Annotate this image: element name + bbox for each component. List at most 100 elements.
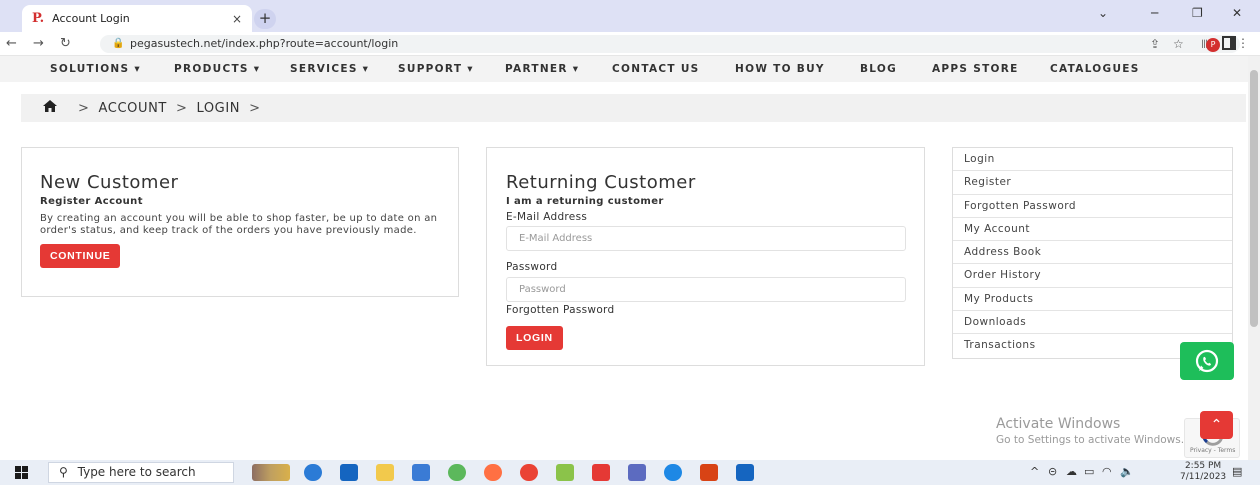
breadcrumb-separator: >	[175, 100, 188, 116]
widgets-icon[interactable]	[252, 464, 290, 481]
nav-solutions[interactable]: SOLUTIONS ▾	[50, 63, 141, 75]
nav-services[interactable]: SERVICES ▾	[290, 63, 369, 75]
new-customer-panel: New Customer Register Account By creatin…	[21, 147, 459, 297]
forward-icon[interactable]: →	[33, 36, 44, 51]
activate-windows-title: Activate Windows	[996, 416, 1121, 432]
app-blue-icon[interactable]	[628, 464, 646, 481]
browser-tab[interactable]: P. Account Login ×	[22, 5, 252, 32]
share-icon[interactable]: ⇪	[1150, 37, 1160, 51]
account-links-list: Login Register Forgotten Password My Acc…	[952, 147, 1233, 359]
breadcrumb-account[interactable]: ACCOUNT	[99, 101, 167, 116]
restore-icon[interactable]: ❐	[1192, 6, 1203, 20]
site-navigation: SOLUTIONS ▾ PRODUCTS ▾ SERVICES ▾ SUPPOR…	[0, 56, 1248, 82]
home-icon[interactable]	[43, 100, 57, 116]
new-customer-description: By creating an account you will be able …	[40, 213, 438, 236]
minimize-icon[interactable]: ─	[1151, 6, 1158, 20]
page-scrollbar[interactable]	[1248, 56, 1260, 460]
tab-title: Account Login	[52, 12, 130, 25]
forgotten-password-link[interactable]: Forgotten Password	[506, 304, 906, 316]
edge-browser-icon[interactable]	[304, 464, 322, 481]
continue-button[interactable]: CONTINUE	[40, 244, 121, 268]
windows-taskbar: ⚲ Type here to search ^ ⊝ ☁ ▭ ◠ 🔈 2:55 P…	[0, 460, 1260, 485]
app-green-icon[interactable]	[556, 464, 574, 481]
reload-icon[interactable]: ↻	[60, 36, 71, 51]
nav-partner[interactable]: PARTNER ▾	[505, 63, 579, 75]
tab-search-chevron-icon[interactable]: ⌄	[1098, 6, 1108, 20]
favicon-icon: P.	[32, 11, 45, 26]
taskbar-search-box[interactable]: ⚲ Type here to search	[48, 462, 234, 483]
tray-cloud-icon[interactable]: ☁	[1066, 465, 1077, 478]
search-icon: ⚲	[59, 465, 68, 479]
skype-icon[interactable]	[664, 464, 682, 481]
chrome-icon[interactable]	[520, 464, 538, 481]
tray-volume-icon[interactable]: 🔈	[1120, 465, 1134, 478]
list-item-login[interactable]: Login	[953, 148, 1232, 172]
tray-chevron-up-icon[interactable]: ^	[1030, 465, 1039, 478]
whatsapp-button[interactable]	[1180, 342, 1234, 380]
taskbar-clock[interactable]: 2:55 PM 7/11/2023	[1180, 461, 1226, 483]
whatsapp-icon	[1195, 349, 1219, 373]
email-label: E-Mail Address	[506, 211, 588, 223]
returning-customer-title: Returning Customer	[506, 172, 696, 193]
breadcrumb-separator: >	[249, 100, 261, 116]
tray-battery-icon[interactable]: ▭	[1084, 465, 1094, 478]
sidebar-icon[interactable]	[1222, 36, 1236, 50]
chevron-up-icon: ⌃	[1210, 417, 1223, 433]
firefox-icon[interactable]	[484, 464, 502, 481]
new-tab-button[interactable]: +	[254, 9, 276, 29]
url-text: pegasustech.net/index.php?route=account/…	[130, 37, 399, 50]
lock-icon: 🔒	[112, 38, 125, 49]
nav-apps-store[interactable]: APPS STORE	[932, 63, 1019, 75]
url-field[interactable]: 🔒 pegasustech.net/index.php?route=accoun…	[100, 35, 1240, 53]
list-item-forgotten-password[interactable]: Forgotten Password	[953, 195, 1232, 218]
bookmark-star-icon[interactable]: ☆	[1173, 37, 1184, 51]
nav-support[interactable]: SUPPORT ▾	[398, 63, 474, 75]
list-item-register[interactable]: Register	[953, 171, 1232, 195]
list-item-downloads[interactable]: Downloads	[953, 311, 1232, 335]
app-ring-icon[interactable]	[448, 464, 466, 481]
tray-network-icon[interactable]: ⊝	[1048, 465, 1057, 478]
tab-close-icon[interactable]: ×	[232, 12, 242, 26]
password-label: Password	[506, 261, 558, 273]
browser-tab-bar: P. Account Login × + ⌄ ─ ❐ ✕	[0, 0, 1260, 32]
nav-how-to-buy[interactable]: HOW TO BUY	[735, 63, 825, 75]
tray-wifi-icon[interactable]: ◠	[1102, 465, 1112, 478]
register-account-subtitle: Register Account	[40, 196, 143, 207]
nav-products[interactable]: PRODUCTS ▾	[174, 63, 260, 75]
breadcrumb-login[interactable]: LOGIN	[196, 101, 240, 116]
returning-customer-panel: Returning Customer I am a returning cust…	[486, 147, 925, 366]
vscode-icon[interactable]	[412, 464, 430, 481]
store-icon[interactable]	[340, 464, 358, 481]
back-icon[interactable]: ←	[6, 36, 17, 51]
notification-icon[interactable]: ▤	[1232, 465, 1242, 478]
activate-windows-subtitle: Go to Settings to activate Windows.	[996, 434, 1185, 446]
taskbar-search-placeholder: Type here to search	[77, 465, 196, 479]
word-icon[interactable]	[736, 464, 754, 481]
windows-start-icon[interactable]	[15, 466, 28, 479]
login-button[interactable]: LOGIN	[506, 326, 563, 350]
password-input[interactable]	[506, 277, 906, 302]
taskbar-date: 7/11/2023	[1180, 472, 1227, 482]
returning-customer-subtitle: I am a returning customer	[506, 196, 664, 207]
list-item-my-products[interactable]: My Products	[953, 288, 1232, 312]
address-bar: ← → ↻ 🔒 pegasustech.net/index.php?route=…	[0, 32, 1260, 56]
new-customer-title: New Customer	[40, 172, 179, 193]
recaptcha-terms[interactable]: Privacy - Terms	[1190, 447, 1235, 454]
list-item-address-book[interactable]: Address Book	[953, 241, 1232, 265]
email-input[interactable]	[506, 226, 906, 251]
activate-windows-watermark: Activate Windows Go to Settings to activ…	[996, 416, 1184, 446]
nav-blog[interactable]: BLOG	[860, 63, 897, 75]
window-close-icon[interactable]: ✕	[1232, 6, 1242, 20]
nav-contact-us[interactable]: CONTACT US	[612, 63, 700, 75]
scroll-top-button[interactable]: ⌃	[1200, 411, 1233, 439]
file-explorer-icon[interactable]	[376, 464, 394, 481]
anydesk-icon[interactable]	[592, 464, 610, 481]
scrollbar-thumb[interactable]	[1250, 70, 1258, 327]
list-item-my-account[interactable]: My Account	[953, 218, 1232, 242]
list-item-order-history[interactable]: Order History	[953, 264, 1232, 288]
nav-catalogues[interactable]: CATALOGUES	[1050, 63, 1140, 75]
taskbar-time: 2:55 PM	[1184, 461, 1222, 471]
powerpoint-icon[interactable]	[700, 464, 718, 481]
breadcrumb: > ACCOUNT > LOGIN >	[21, 94, 1246, 122]
menu-kebab-icon[interactable]: ⋮	[1237, 36, 1249, 50]
